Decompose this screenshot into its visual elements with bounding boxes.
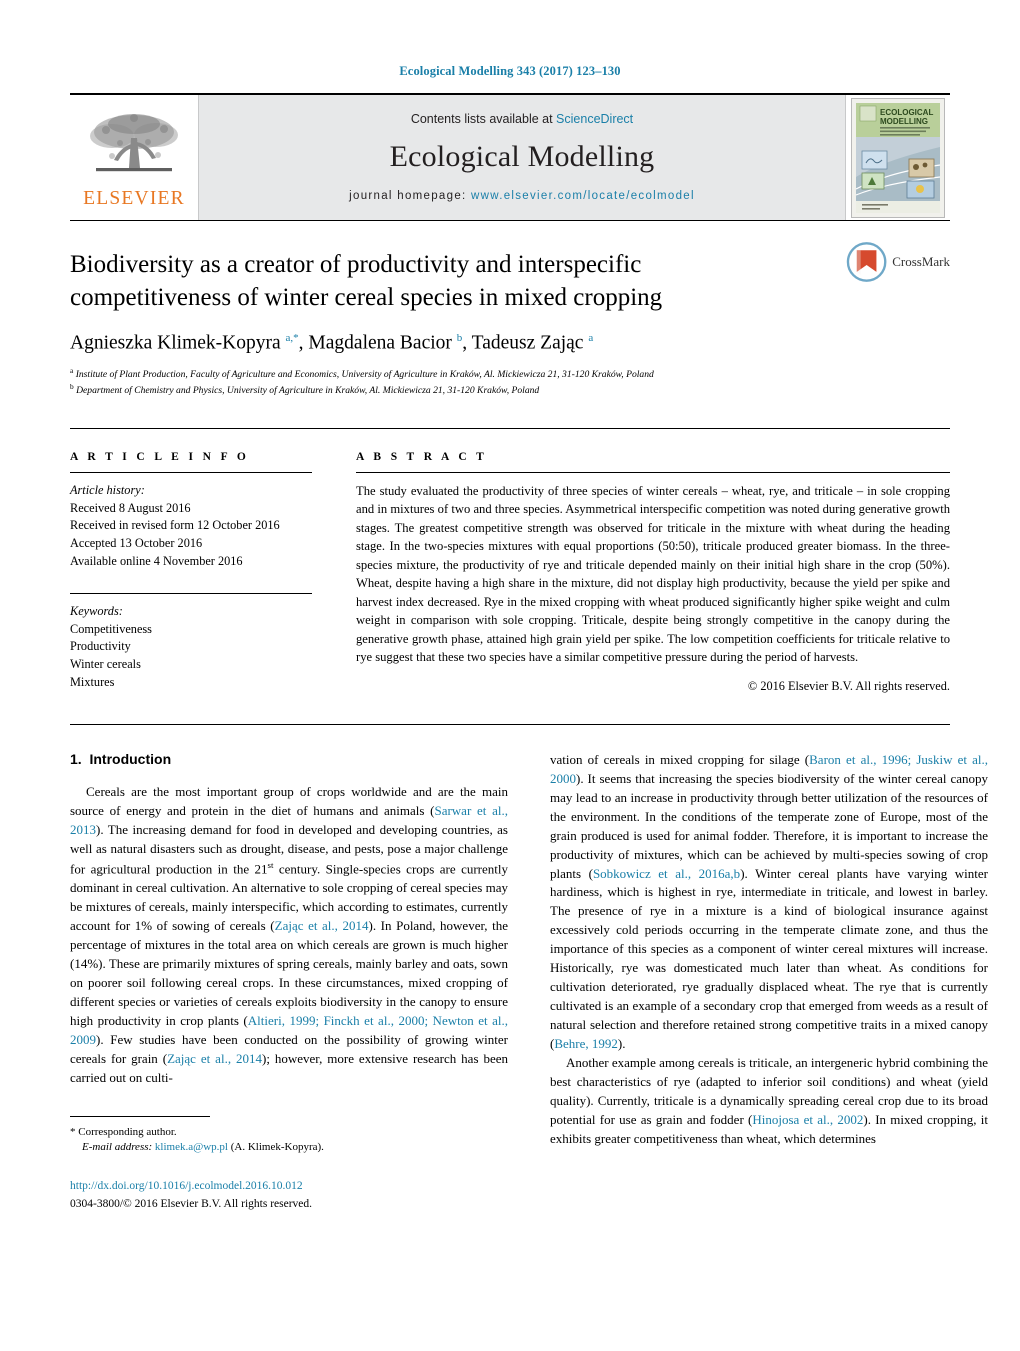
article-history-online: Available online 4 November 2016 [70, 554, 243, 568]
keyword-item: Competitiveness [70, 621, 152, 636]
keyword-item: Productivity [70, 639, 131, 654]
crossmark-badge[interactable]: CrossMark [846, 239, 950, 285]
section-number: 1. [70, 750, 82, 767]
abstract-rule [356, 471, 950, 473]
intro-paragraph-left: Cereals are the most important group of … [70, 783, 508, 1085]
journal-masthead: ELSEVIER Contents lists available at Sci… [70, 93, 950, 220]
masthead-center: Contents lists available at ScienceDirec… [198, 95, 846, 220]
affiliation-text-a: Institute of Plant Production, Faculty o… [75, 368, 654, 380]
article-info-column: A R T I C L E I N F O Article history: R… [70, 451, 312, 694]
footnote-divider [70, 1115, 210, 1117]
affiliation-a: a Institute of Plant Production, Faculty… [70, 366, 950, 382]
email-note: E-mail address: klimek.a@wp.pl (A. Klime… [70, 1140, 508, 1156]
email-owner: (A. Klimek-Kopyra). [230, 1141, 324, 1154]
journal-cover-thumbnail-icon: ECOLOGICAL MODELLING [851, 97, 945, 218]
corresponding-marker: * [70, 1125, 76, 1138]
email-label: E-mail address: [82, 1141, 153, 1154]
article-info-rule [70, 471, 312, 473]
doi-block: http://dx.doi.org/10.1016/j.ecolmodel.20… [70, 1178, 508, 1213]
article-history-label: Article history: [70, 482, 145, 497]
contents-prefix: Contents lists available at [410, 111, 557, 126]
contents-available-line: Contents lists available at ScienceDirec… [411, 112, 633, 126]
body-column-right: vation of cereals in mixed cropping for … [550, 751, 988, 1213]
affiliation-text-b: Department of Chemistry and Physics, Uni… [76, 384, 540, 396]
footnote-area: * Corresponding author. E-mail address: … [70, 1108, 508, 1213]
affiliation-b: b Department of Chemistry and Physics, U… [70, 382, 950, 398]
affiliation-list: a Institute of Plant Production, Faculty… [70, 366, 950, 398]
keywords-rule [70, 592, 312, 594]
email-link[interactable]: klimek.a@wp.pl [155, 1141, 228, 1153]
publisher-name: ELSEVIER [83, 187, 185, 209]
doi-link[interactable]: http://dx.doi.org/10.1016/j.ecolmodel.20… [70, 1178, 508, 1195]
affiliation-marker-a: a [70, 365, 74, 375]
title-block: Biodiversity as a creator of productivit… [70, 220, 950, 398]
article-history-accepted: Accepted 13 October 2016 [70, 536, 203, 551]
running-head: Ecological Modelling 343 (2017) 123–130 [399, 64, 621, 78]
article-history-revised: Received in revised form 12 October 2016 [70, 518, 280, 533]
keywords-block: Keywords: Competitiveness Productivity W… [70, 592, 312, 692]
affiliation-marker-b: b [70, 381, 74, 391]
intro-paragraph-right-2: Another example among cereals is tritica… [550, 1055, 989, 1147]
article-body: 1. Introduction Cereals are the most imp… [70, 723, 988, 1213]
introduction-heading: 1. Introduction [70, 751, 508, 767]
intro-paragraph-right-1: vation of cereals in mixed cropping for … [550, 751, 988, 1052]
info-and-abstract: A R T I C L E I N F O Article history: R… [70, 427, 950, 694]
article-history-received: Received 8 August 2016 [70, 500, 191, 515]
homepage-url-link[interactable]: www.elsevier.com/locate/ecolmodel [471, 190, 695, 202]
abstract-copyright: © 2016 Elsevier B.V. All rights reserved… [747, 678, 950, 693]
page-title: Biodiversity as a creator of productivit… [70, 251, 663, 311]
homepage-label: journal homepage: [349, 189, 467, 202]
keyword-item: Mixtures [70, 675, 115, 690]
elsevier-tree-icon [90, 113, 178, 171]
keywords-label: Keywords: [70, 603, 123, 618]
svg-text:ECOLOGICAL: ECOLOGICAL [880, 108, 933, 117]
journal-title: Ecological Modelling [389, 139, 655, 173]
crossmark-label: CrossMark [892, 254, 950, 269]
abstract-text: The study evaluated the productivity of … [356, 483, 950, 665]
abstract-heading: A B S T R A C T [356, 450, 488, 463]
corresponding-label: Corresponding author. [78, 1125, 177, 1138]
journal-article-page: Ecological Modelling 343 (2017) 123–130 [0, 0, 1020, 1351]
author-list: Agnieszka Klimek-Kopyra a,*, Magdalena B… [70, 332, 594, 354]
svg-text:MODELLING: MODELLING [880, 117, 928, 126]
sciencedirect-link[interactable]: ScienceDirect [556, 112, 633, 126]
section-title-text: Introduction [89, 750, 172, 767]
issn-copyright-line: 0304-3800/© 2016 Elsevier B.V. All right… [70, 1197, 313, 1210]
article-info-heading: A R T I C L E I N F O [70, 450, 250, 463]
abstract-column: A B S T R A C T The study evaluated the … [356, 451, 950, 694]
crossmark-icon [846, 242, 887, 282]
keyword-item: Winter cereals [70, 657, 141, 672]
body-column-left: 1. Introduction Cereals are the most imp… [70, 751, 508, 1213]
corresponding-author-note: * Corresponding author. E-mail address: … [70, 1125, 508, 1157]
publisher-logo: ELSEVIER [70, 95, 198, 220]
journal-cover-container: ECOLOGICAL MODELLING [846, 95, 950, 220]
journal-homepage-line: journal homepage: www.elsevier.com/locat… [349, 190, 695, 202]
